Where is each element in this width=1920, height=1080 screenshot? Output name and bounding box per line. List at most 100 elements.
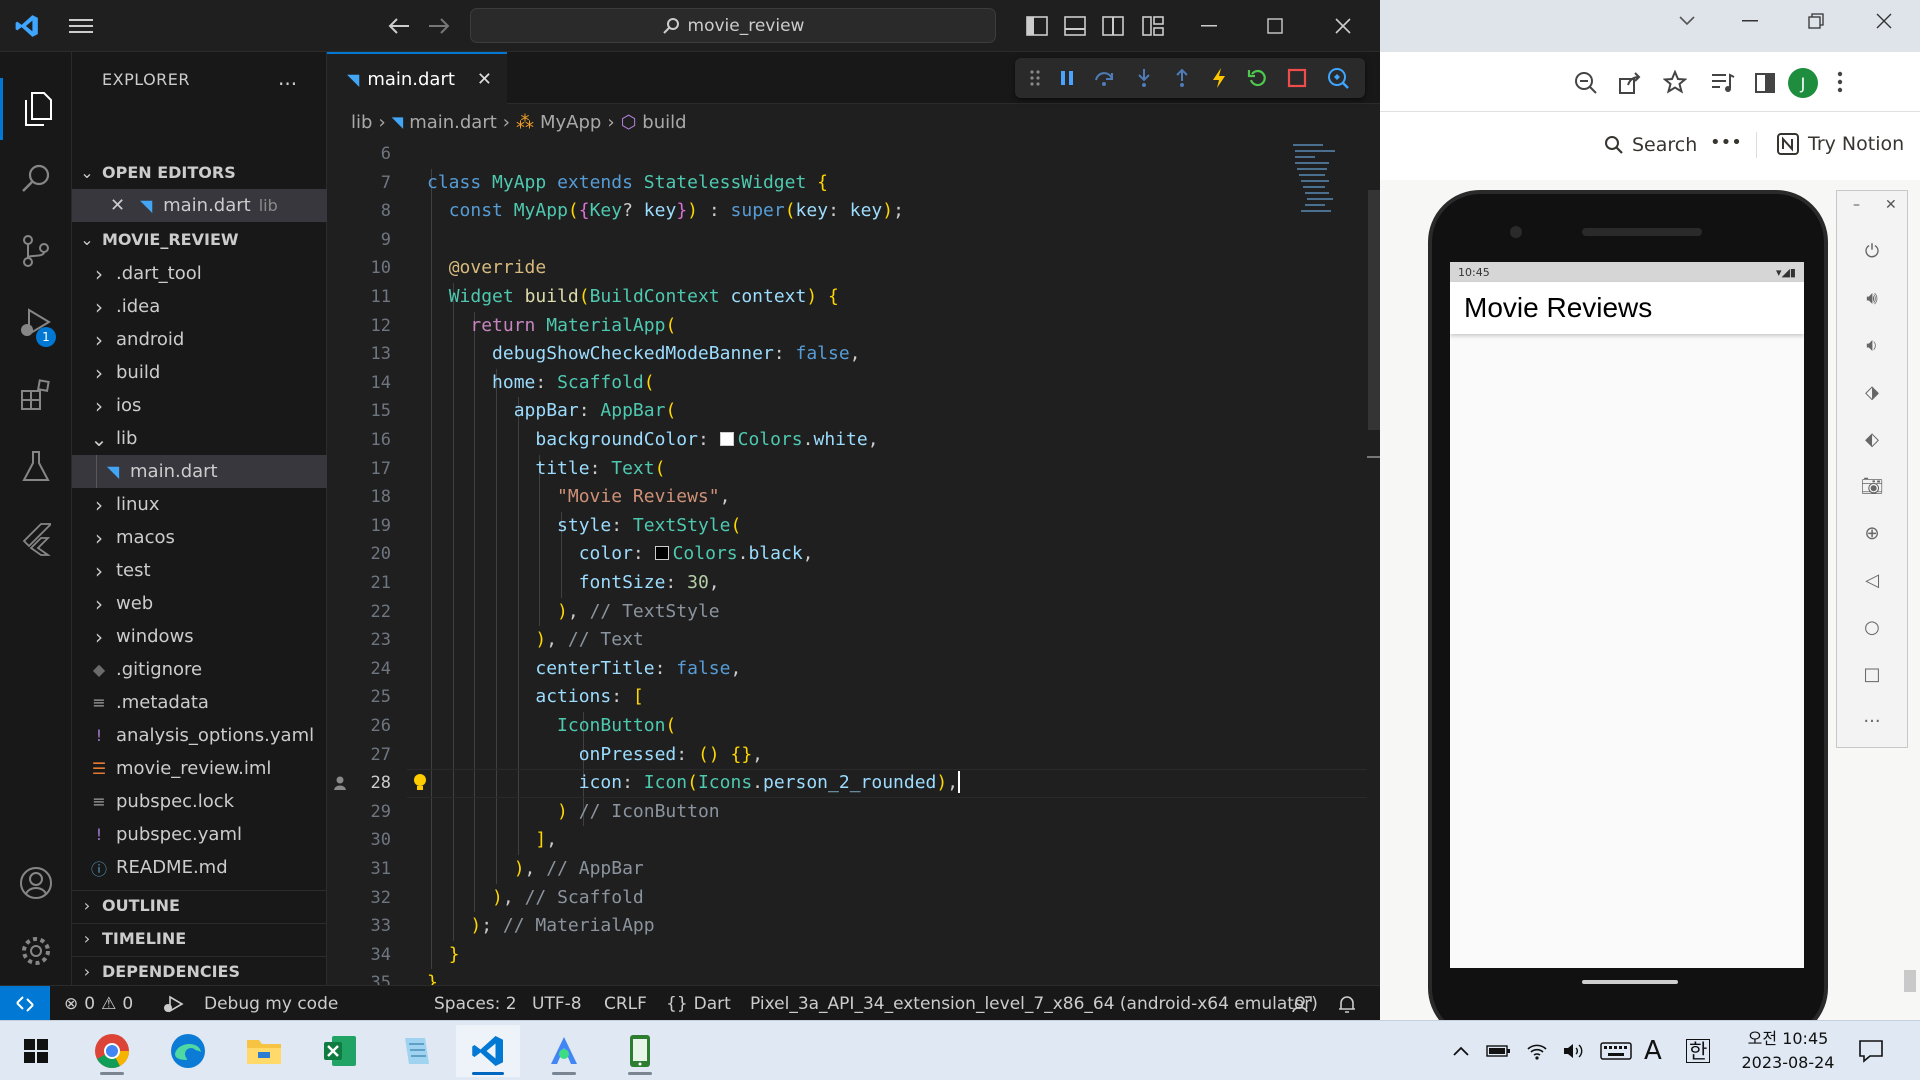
code-line[interactable]: ); // MaterialApp	[427, 912, 654, 941]
clock[interactable]: 오전 10:45 2023-08-24	[1736, 1021, 1840, 1080]
forward-arrow-icon[interactable]	[426, 13, 452, 39]
tree-item-idea[interactable]: › .idea	[72, 290, 327, 323]
tree-item-build[interactable]: › build	[72, 356, 327, 389]
tree-item-analysis-options-yaml[interactable]: ! analysis_options.yaml	[72, 719, 327, 752]
rotate-left-icon[interactable]: ⬗	[1837, 374, 1907, 410]
breadcrumb-folder[interactable]: lib	[351, 112, 372, 133]
volume-up-icon[interactable]: 🔊︎	[1837, 280, 1907, 316]
feedback-icon[interactable]	[1292, 986, 1312, 1020]
emulator-minimize-icon[interactable]: –	[1853, 197, 1860, 213]
code-line[interactable]: appBar: AppBar(	[427, 397, 677, 426]
code-line[interactable]: Widget build(BuildContext context) {	[427, 283, 839, 312]
emulator-taskbar-icon[interactable]	[608, 1025, 672, 1077]
debug-status[interactable]: Debug my code	[162, 986, 338, 1020]
testing-icon[interactable]	[0, 436, 72, 498]
code-line[interactable]: "Movie Reviews",	[427, 483, 730, 512]
profile-avatar[interactable]: J	[1788, 68, 1818, 98]
customize-layout-icon[interactable]	[1140, 13, 1166, 39]
step-out-icon[interactable]	[1172, 67, 1192, 89]
minimize-icon[interactable]	[1196, 13, 1222, 39]
tree-item-ios[interactable]: › ios	[72, 389, 327, 422]
bookmark-star-icon[interactable]	[1663, 70, 1687, 94]
editor-scrollbar[interactable]	[1367, 140, 1380, 985]
browser-minimize-icon[interactable]	[1742, 20, 1758, 22]
project-section[interactable]: ⌄ MOVIE_REVIEW	[72, 224, 327, 254]
phone-screen[interactable]: 10:45 ▾◢▮ Movie Reviews	[1450, 262, 1804, 968]
problems-status[interactable]: ⊗ 0 ⚠ 0	[64, 986, 133, 1020]
page-scrollbar[interactable]	[1904, 970, 1916, 992]
emulator-close-icon[interactable]: ✕	[1885, 197, 1897, 213]
devtools-icon[interactable]	[1326, 66, 1350, 90]
step-over-icon[interactable]	[1093, 68, 1115, 88]
tab-search-icon[interactable]	[1678, 14, 1696, 28]
ime-mode-indicator[interactable]: A	[1644, 1021, 1662, 1080]
dependencies-section[interactable]: › DEPENDENCIES	[72, 956, 327, 986]
tree-item-linux[interactable]: › linux	[72, 488, 327, 521]
code-line[interactable]: fontSize: 30,	[427, 569, 720, 598]
tree-item-metadata[interactable]: ≡ .metadata	[72, 686, 327, 719]
breadcrumb-file[interactable]: main.dart	[409, 112, 497, 133]
code-line[interactable]: ), // AppBar	[427, 855, 644, 884]
scroll-thumb[interactable]	[1368, 190, 1380, 430]
windows-start-icon[interactable]	[4, 1025, 68, 1077]
indentation-status[interactable]: Spaces: 2	[434, 986, 517, 1020]
tree-item-windows[interactable]: › windows	[72, 620, 327, 653]
notion-more-icon[interactable]: •••	[1710, 132, 1742, 153]
stop-icon[interactable]	[1287, 68, 1307, 88]
bell-icon[interactable]	[1338, 986, 1356, 1020]
home-icon[interactable]: ○	[1837, 609, 1907, 645]
breadcrumb-method[interactable]: build	[642, 112, 686, 133]
extensions-icon[interactable]	[0, 364, 72, 426]
accounts-icon[interactable]	[0, 852, 72, 914]
toggle-primary-sidebar-icon[interactable]	[1024, 13, 1050, 39]
tree-item-pubspec-lock[interactable]: ≡ pubspec.lock	[72, 785, 327, 818]
explorer-icon[interactable]	[0, 78, 72, 140]
battery-icon[interactable]	[1486, 1021, 1512, 1080]
tree-item-movie-review-iml[interactable]: ☰ movie_review.iml	[72, 752, 327, 785]
more-icon[interactable]: ···	[1837, 703, 1907, 739]
open-editors-section[interactable]: ⌄ OPEN EDITORS	[72, 157, 327, 187]
power-icon[interactable]: ⏻	[1837, 233, 1907, 269]
tree-item-lib[interactable]: ⌄ lib	[72, 422, 327, 455]
volume-down-icon[interactable]: 🔉︎	[1837, 327, 1907, 363]
code-line[interactable]: onPressed: () {},	[427, 741, 763, 770]
run-and-debug-icon[interactable]: 1	[0, 292, 72, 354]
tree-item-android[interactable]: › android	[72, 323, 327, 356]
step-into-icon[interactable]	[1134, 67, 1154, 89]
timeline-section[interactable]: › TIMELINE	[72, 923, 327, 953]
breadcrumb-class[interactable]: MyApp	[540, 112, 601, 133]
code-line[interactable]: IconButton(	[427, 712, 676, 741]
code-line[interactable]: const MyApp({Key? key}) : super(key: key…	[427, 197, 904, 226]
zoom-out-icon[interactable]	[1574, 71, 1598, 95]
eol-status[interactable]: CRLF	[604, 986, 647, 1020]
file-explorer-icon[interactable]	[232, 1025, 296, 1077]
restart-icon[interactable]	[1247, 67, 1269, 89]
keyboard-icon[interactable]	[1600, 1021, 1632, 1080]
tray-chevron-icon[interactable]	[1452, 1021, 1470, 1080]
encoding-status[interactable]: UTF-8	[532, 986, 582, 1020]
toggle-panel-icon[interactable]	[1062, 13, 1088, 39]
outline-section[interactable]: › OUTLINE	[72, 890, 327, 920]
media-control-icon[interactable]	[1710, 72, 1736, 94]
code-line[interactable]: ), // Scaffold	[427, 884, 644, 913]
hot-reload-icon[interactable]	[1210, 67, 1228, 89]
speaker-icon[interactable]	[1562, 1021, 1584, 1080]
code-editor[interactable]: 6 7 class MyApp extends StatelessWidget {8…	[327, 140, 1380, 993]
open-editor-item[interactable]: ✕ ◥ main.dart lib	[72, 189, 327, 222]
tree-item-pubspec-yaml[interactable]: ! pubspec.yaml	[72, 818, 327, 851]
lightbulb-icon[interactable]	[411, 772, 429, 794]
remote-indicator-icon[interactable]	[0, 986, 50, 1020]
code-line[interactable]: backgroundColor: Colors.white,	[427, 426, 878, 455]
code-line[interactable]: }	[427, 941, 460, 970]
wifi-icon[interactable]	[1526, 1021, 1548, 1080]
command-center-search[interactable]: movie_review	[470, 8, 996, 43]
notepad-icon[interactable]	[384, 1025, 448, 1077]
code-line[interactable]: color: Colors.black,	[427, 540, 814, 569]
tree-item-gitignore[interactable]: ◆ .gitignore	[72, 653, 327, 686]
close-tab-icon[interactable]: ✕	[477, 69, 492, 90]
chrome-icon[interactable]	[80, 1025, 144, 1077]
tree-item-web[interactable]: › web	[72, 587, 327, 620]
notion-search-button[interactable]: Search	[1604, 134, 1697, 156]
tree-item-macos[interactable]: › macos	[72, 521, 327, 554]
close-editor-icon[interactable]: ✕	[110, 195, 125, 216]
